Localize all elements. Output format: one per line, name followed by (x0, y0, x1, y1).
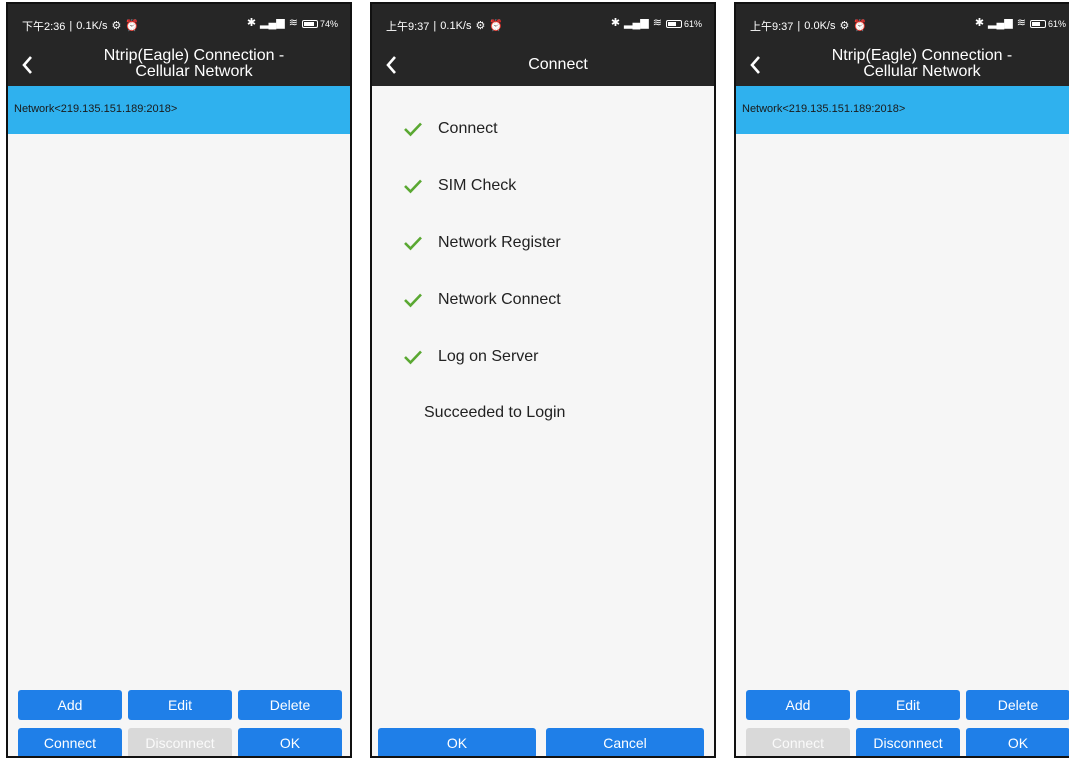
ok-button[interactable]: OK (238, 728, 342, 756)
page-title: Connect (528, 56, 588, 73)
wifi-icon: ≋ (1016, 17, 1026, 29)
connect-button[interactable]: Connect (746, 728, 850, 756)
connect-button[interactable]: Connect (18, 728, 122, 756)
battery-icon: 74% (301, 18, 338, 29)
status-bar: 上午9:37 | 0.1K/s ⚙ ⏰ ✱ ▂▄▆ ≋ 61% (372, 4, 714, 44)
step-connect: Connect (402, 114, 498, 144)
step-network-register: Network Register (402, 228, 561, 258)
back-icon[interactable] (744, 52, 766, 78)
check-icon (402, 176, 424, 196)
wifi-icon: ≋ (652, 17, 662, 29)
ok-button[interactable]: OK (966, 728, 1069, 756)
result-message: Succeeded to Login (424, 404, 566, 421)
status-speed: 0.1K/s (76, 20, 108, 32)
alarm-icon: ⏰ (853, 19, 868, 32)
title-bar: Ntrip(Eagle) Connection - Cellular Netwo… (8, 44, 350, 86)
step-sim-check: SIM Check (402, 171, 516, 201)
back-icon[interactable] (16, 52, 38, 78)
check-icon (402, 119, 424, 139)
title-bar: Connect (372, 44, 714, 86)
step-label: Network Connect (438, 291, 561, 308)
disconnect-button[interactable]: Disconnect (128, 728, 232, 756)
delete-button[interactable]: Delete (966, 690, 1069, 720)
battery-percent: 61% (683, 18, 702, 29)
step-label: Connect (438, 120, 498, 137)
status-speed: 0.1K/s (440, 20, 472, 32)
bluetooth-icon: ✱ (610, 17, 621, 29)
status-time: 上午9:37 (386, 21, 430, 33)
bluetooth-icon: ✱ (246, 17, 257, 29)
data-saver-icon: ⚙ (475, 19, 486, 32)
battery-percent: 74% (319, 18, 338, 29)
check-icon (402, 233, 424, 253)
signal-icon: ▂▄▆ (988, 17, 1013, 29)
network-list-item[interactable]: Network<219.135.151.189:2018> (736, 86, 1069, 134)
alarm-icon: ⏰ (489, 19, 504, 32)
add-button[interactable]: Add (746, 690, 850, 720)
step-log-on-server: Log on Server (402, 342, 539, 372)
phone-screen-network-list-1: 下午2:36 | 0.1K/s ⚙ ⏰ ✱ ▂▄▆ ≋ 74% Ntrip(Ea… (6, 2, 352, 758)
back-icon[interactable] (380, 52, 402, 78)
add-button[interactable]: Add (18, 690, 122, 720)
bluetooth-icon: ✱ (974, 17, 985, 29)
status-bar: 上午9:37 | 0.0K/s ⚙ ⏰ ✱ ▂▄▆ ≋ 61% (736, 4, 1069, 44)
phone-screen-network-list-2: 上午9:37 | 0.0K/s ⚙ ⏰ ✱ ▂▄▆ ≋ 61% Ntrip(Ea… (734, 2, 1069, 758)
check-icon (402, 290, 424, 310)
step-label: Network Register (438, 234, 561, 251)
wifi-icon: ≋ (288, 17, 298, 29)
battery-icon: 61% (665, 18, 702, 29)
cancel-button[interactable]: Cancel (546, 728, 704, 756)
ok-button[interactable]: OK (378, 728, 536, 756)
step-label: Log on Server (438, 348, 539, 365)
signal-icon: ▂▄▆ (624, 17, 649, 29)
title-bar: Ntrip(Eagle) Connection - Cellular Netwo… (736, 44, 1069, 86)
check-icon (402, 347, 424, 367)
status-speed: 0.0K/s (804, 20, 836, 32)
edit-button[interactable]: Edit (856, 690, 960, 720)
delete-button[interactable]: Delete (238, 690, 342, 720)
edit-button[interactable]: Edit (128, 690, 232, 720)
battery-icon: 61% (1029, 18, 1066, 29)
step-label: SIM Check (438, 177, 517, 194)
signal-icon: ▂▄▆ (260, 17, 285, 29)
phone-screen-connect-progress: 上午9:37 | 0.1K/s ⚙ ⏰ ✱ ▂▄▆ ≋ 61% Connect … (370, 2, 716, 758)
alarm-icon: ⏰ (125, 19, 140, 32)
network-list-item[interactable]: Network<219.135.151.189:2018> (8, 86, 350, 134)
step-network-connect: Network Connect (402, 285, 561, 315)
status-time: 上午9:37 (750, 21, 794, 33)
status-time: 下午2:36 (22, 21, 66, 33)
data-saver-icon: ⚙ (111, 19, 122, 32)
status-bar: 下午2:36 | 0.1K/s ⚙ ⏰ ✱ ▂▄▆ ≋ 74% (8, 4, 350, 44)
data-saver-icon: ⚙ (839, 19, 850, 32)
page-title: Ntrip(Eagle) Connection - Cellular Netwo… (103, 47, 285, 80)
page-title: Ntrip(Eagle) Connection - Cellular Netwo… (831, 47, 1013, 80)
disconnect-button[interactable]: Disconnect (856, 728, 960, 756)
battery-percent: 61% (1047, 18, 1066, 29)
